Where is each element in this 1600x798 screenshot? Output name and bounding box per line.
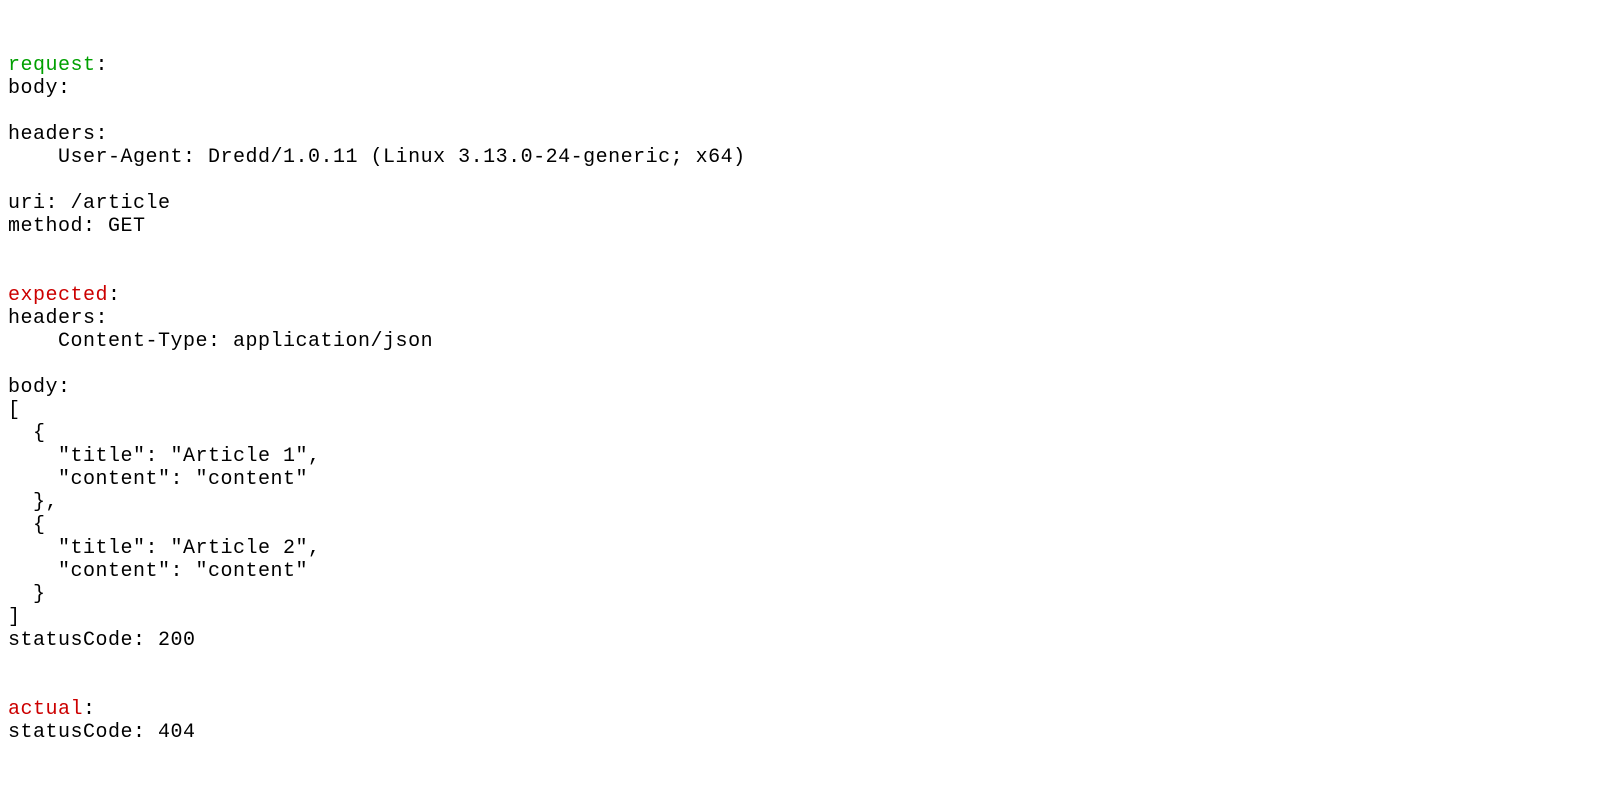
expected-body-line: "content": "content" [8, 468, 308, 491]
request-header-line: User-Agent: Dredd/1.0.11 (Linux 3.13.0-2… [8, 146, 746, 169]
colon: : [96, 54, 109, 77]
expected-body-line: { [8, 422, 46, 445]
request-uri: uri: /article [8, 192, 171, 215]
actual-label: actual [8, 698, 83, 721]
expected-body-label: body: [8, 376, 71, 399]
request-headers-label: headers: [8, 123, 108, 146]
expected-body-line: }, [8, 491, 58, 514]
colon: : [83, 698, 96, 721]
request-label: request [8, 54, 96, 77]
expected-body-line: { [8, 514, 46, 537]
actual-status: statusCode: 404 [8, 721, 196, 744]
expected-headers-label: headers: [8, 307, 108, 330]
expected-body-line: [ [8, 399, 21, 422]
expected-body-line: "title": "Article 2", [8, 537, 321, 560]
colon: : [108, 284, 121, 307]
request-body-label: body: [8, 77, 71, 100]
expected-body-line: ] [8, 606, 21, 629]
request-method: method: GET [8, 215, 146, 238]
expected-body-line: } [8, 583, 46, 606]
expected-header-line: Content-Type: application/json [8, 330, 433, 353]
expected-body-line: "content": "content" [8, 560, 308, 583]
expected-label: expected [8, 284, 108, 307]
expected-body-line: "title": "Article 1", [8, 445, 321, 468]
expected-status: statusCode: 200 [8, 629, 196, 652]
